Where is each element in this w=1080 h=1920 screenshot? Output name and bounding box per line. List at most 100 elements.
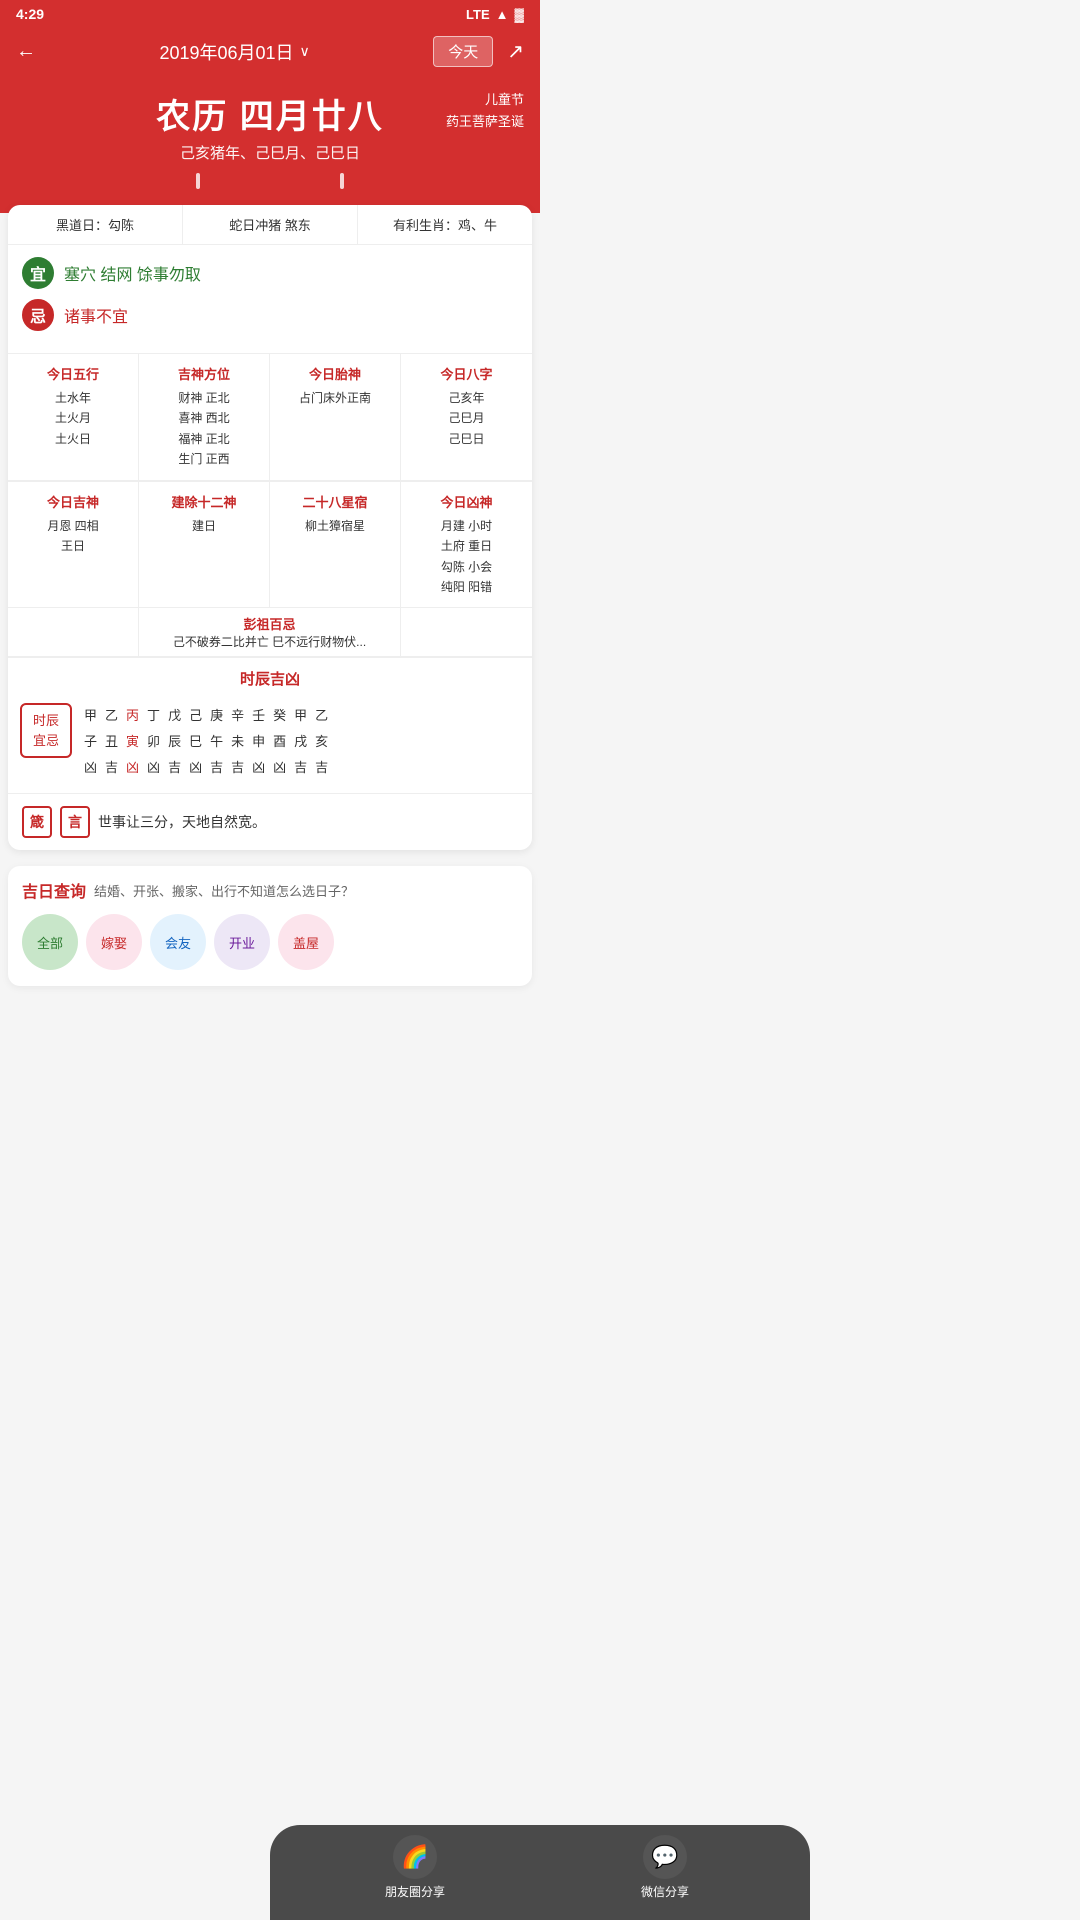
wechat-icon: 💬 [643,1835,687,1879]
bazi-line3: 己巳日 [407,429,526,449]
nav-date-label: 2019年06月01日 [159,39,293,65]
jiri-header: 吉日查询 结婚、开张、搬家、出行不知道怎么选日子？ [22,878,518,902]
header-section: 儿童节 药王菩萨圣诞 农历 四月廿八 己亥猪年、己巳月、己巳日 [0,79,540,213]
shichen-stamp-line2: 宜忌 [30,731,62,751]
top-nav: ← 2019年06月01日 ∨ 今天 ↗ [0,28,540,79]
grid-wuxing: 今日五行 土水年 土火月 土火日 [8,354,139,481]
info-tab-2: 蛇日冲猪 煞东 [183,205,358,244]
category-jiajü[interactable]: 嫁娶 [86,914,142,970]
quote-badge-2: 言 [60,806,90,838]
jianshen-line1: 建日 [145,516,263,536]
grid-bazi: 今日八字 己亥年 己巳月 己巳日 [401,354,532,481]
jianshen-title: 建除十二神 [145,492,263,514]
share-wechat[interactable]: 💬 微信分享 [540,1835,790,1900]
info-tab-3: 有利生肖：鸡、牛 [358,205,532,244]
signal-icon: ▲ [496,7,509,22]
jiri-title: 吉日查询 [22,878,86,902]
yi-ji-section: 宜 塞穴 结网 馀事勿取 忌 诸事不宜 [8,245,532,353]
taishen-title: 今日胎神 [276,364,394,386]
shichen-table: 甲 乙 丙 丁 戊 己 庚 辛 壬 癸 甲 乙 子 丑 寅 卯 辰 巳 午 [84,703,520,781]
shichen-row: 时辰 宜忌 甲 乙 丙 丁 戊 己 庚 辛 壬 癸 甲 乙 子 丑 寅 [8,695,532,793]
category-kaiyo[interactable]: 开业 [214,914,270,970]
quote-text: 世事让三分，天地自然宽。 [98,812,266,832]
status-bar: 4:29 LTE ▲ ▓ [0,0,540,28]
jishen2-line2: 王日 [14,536,132,556]
grid-jianshen: 建除十二神 建日 [139,482,270,609]
share-moments[interactable]: 🌈 朋友圈分享 [290,1835,540,1900]
wechat-label: 微信分享 [641,1883,689,1900]
bazi-line1: 己亥年 [407,388,526,408]
bazi-line2: 己巳月 [407,408,526,428]
share-bar: 🌈 朋友圈分享 💬 微信分享 [270,1825,810,1920]
share-icon[interactable]: ↗ [507,39,524,64]
pengzu-cell: 彭祖百忌 己不破券二比并亡 巳不远行财物伏... [139,608,401,656]
info-tabs: 黑道日：勾陈 蛇日冲猪 煞东 有利生肖：鸡、牛 [8,205,532,245]
quote-badge-1: 箴 [22,806,52,838]
wuxing-title: 今日五行 [14,364,132,386]
shichen-stamp-line1: 时辰 [30,711,62,731]
main-card: 黑道日：勾陈 蛇日冲猪 煞东 有利生肖：鸡、牛 宜 塞穴 结网 馀事勿取 忌 诸… [8,205,532,850]
category-huiyou[interactable]: 会友 [150,914,206,970]
pengzu-row: 彭祖百忌 己不破券二比并亡 巳不远行财物伏... [8,608,532,657]
chevron-down-icon: ∨ [300,43,310,60]
category-row: 全部 嫁娶 会友 开业 盖屋 [22,910,518,974]
moments-icon: 🌈 [393,1835,437,1879]
wuxing-line1: 土水年 [14,388,132,408]
jishen-line2: 喜神 西北 [145,408,263,428]
date-selector[interactable]: 2019年06月01日 ∨ [159,39,309,65]
jishen2-line1: 月恩 四相 [14,516,132,536]
wechat-icon-glyph: 💬 [651,1844,678,1870]
yi-badge: 宜 [22,257,54,289]
festival-area: 儿童节 药王菩萨圣诞 [446,89,524,133]
slider-indicators [16,173,524,189]
grid-xingxiu: 二十八星宿 柳土獐宿星 [270,482,401,609]
info-tab-1: 黑道日：勾陈 [8,205,183,244]
xiongshen-line2: 土府 重日 [407,536,526,556]
today-button[interactable]: 今天 [433,36,493,67]
grid-jishen-fangwei: 吉神方位 财神 正北 喜神 西北 福神 正北 生门 正西 [139,354,270,481]
festival-2: 药王菩萨圣诞 [446,111,524,133]
grid-jishen: 今日吉神 月恩 四相 王日 [8,482,139,609]
grid-taishen: 今日胎神 占门床外正南 [270,354,401,481]
bazi-title: 今日八字 [407,364,526,386]
jishen-line3: 福神 正北 [145,429,263,449]
festival-1: 儿童节 [446,89,524,111]
ji-badge: 忌 [22,299,54,331]
xiongshen-line1: 月建 小时 [407,516,526,536]
jiri-sub: 结婚、开张、搬家、出行不知道怎么选日子？ [94,881,354,900]
battery-icon: ▓ [515,7,524,22]
shichen-heavenly: 甲 乙 丙 丁 戊 己 庚 辛 壬 癸 甲 乙 [84,703,520,729]
pengzu-title: 彭祖百忌 [147,614,392,633]
status-right: LTE ▲ ▓ [466,7,524,22]
nav-actions: 今天 ↗ [433,36,524,67]
jishen-fangwei-title: 吉神方位 [145,364,263,386]
xingxiu-line1: 柳土獐宿星 [276,516,394,536]
xingxiu-title: 二十八星宿 [276,492,394,514]
lunar-sub: 己亥猪年、己巳月、己巳日 [16,142,524,163]
category-gaiwu[interactable]: 盖屋 [278,914,334,970]
yi-row: 宜 塞穴 结网 馀事勿取 [22,257,518,289]
shichen-stamp: 时辰 宜忌 [20,703,72,758]
moments-label: 朋友圈分享 [385,1883,445,1900]
xiongshen-title: 今日凶神 [407,492,526,514]
pengzu-text: 己不破券二比并亡 巳不远行财物伏... [147,633,392,650]
back-button[interactable]: ← [16,40,36,63]
slider-dot-right [340,173,344,189]
wuxing-line3: 土火日 [14,429,132,449]
shichen-luck: 凶 吉 凶 凶 吉 凶 吉 吉 凶 凶 吉 吉 [84,755,520,781]
jishen-line1: 财神 正北 [145,388,263,408]
xiongshen-line3: 勾陈 小会 [407,557,526,577]
yi-text: 塞穴 结网 馀事勿取 [64,261,201,285]
info-grid-1: 今日五行 土水年 土火月 土火日 吉神方位 财神 正北 喜神 西北 福神 正北 … [8,353,532,481]
ji-row: 忌 诸事不宜 [22,299,518,331]
xiongshen-line4: 纯阳 阳错 [407,577,526,597]
slider-dot-left [196,173,200,189]
ji-text: 诸事不宜 [64,303,128,327]
shichen-earthly: 子 丑 寅 卯 辰 巳 午 未 申 酉 戌 亥 [84,729,520,755]
quote-section: 箴 言 世事让三分，天地自然宽。 [8,793,532,850]
category-all[interactable]: 全部 [22,914,78,970]
lte-icon: LTE [466,7,490,22]
status-time: 4:29 [16,6,44,22]
moments-icon-glyph: 🌈 [401,1844,428,1870]
grid-xiongshen: 今日凶神 月建 小时 土府 重日 勾陈 小会 纯阳 阳错 [401,482,532,609]
